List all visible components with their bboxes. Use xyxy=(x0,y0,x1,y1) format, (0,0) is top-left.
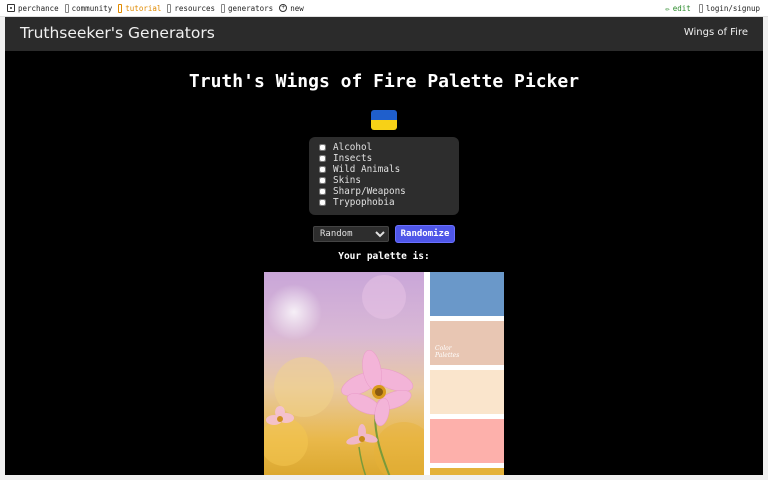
dice-icon xyxy=(7,4,15,12)
tutorial-label: tutorial xyxy=(125,3,162,13)
flower-photo xyxy=(264,272,424,475)
page-title: Truth's Wings of Fire Palette Picker xyxy=(188,71,580,92)
swatch-pink xyxy=(430,419,504,463)
filter-alcohol-label: Alcohol xyxy=(333,142,373,153)
new-label: new xyxy=(290,3,304,13)
nav-link-wings-of-fire[interactable]: Wings of Fire xyxy=(684,27,748,38)
site-navbar: Truthseeker's Generators Wings of Fire xyxy=(5,17,763,51)
tutorial-link[interactable]: tutorial xyxy=(118,3,162,13)
content-filter-box: Alcohol Insects Wild Animals Skins Sharp… xyxy=(309,137,459,215)
resources-icon xyxy=(167,3,172,13)
filter-trypophobia-label: Trypophobia xyxy=(333,197,395,208)
palette-image: Color Palettes xyxy=(264,272,504,475)
palette-swatches: Color Palettes xyxy=(430,272,504,475)
filter-wild-animals[interactable]: Wild Animals xyxy=(319,164,400,175)
swatch-blue xyxy=(430,272,504,316)
filter-insects-checkbox[interactable] xyxy=(319,155,326,162)
filter-sharp-weapons-checkbox[interactable] xyxy=(319,188,326,195)
swatch-gold xyxy=(430,468,504,475)
community-icon xyxy=(64,3,69,13)
generator-frame: Truthseeker's Generators Wings of Fire T… xyxy=(5,17,763,475)
filter-wild-animals-label: Wild Animals xyxy=(333,164,401,175)
filter-skins-label: Skins xyxy=(333,175,361,186)
filter-sharp-weapons-label: Sharp/Weapons xyxy=(333,186,406,197)
community-link[interactable]: community xyxy=(64,3,113,13)
swatch-cream xyxy=(430,370,504,414)
user-icon xyxy=(698,3,703,13)
palette-result-label: Your palette is: xyxy=(338,251,430,262)
generators-icon xyxy=(221,3,226,13)
resources-label: resources xyxy=(174,3,216,13)
filter-wild-animals-checkbox[interactable] xyxy=(319,166,326,173)
palette-watermark: Color Palettes xyxy=(435,345,460,359)
resources-link[interactable]: resources xyxy=(167,3,216,13)
filter-insects[interactable]: Insects xyxy=(319,153,372,164)
filter-insects-label: Insects xyxy=(333,153,373,164)
nav-brand[interactable]: Truthseeker's Generators xyxy=(20,24,215,42)
swatch-peach: Color Palettes xyxy=(430,321,504,365)
generators-label: generators xyxy=(228,3,274,13)
filter-trypophobia-checkbox[interactable] xyxy=(319,199,326,206)
login-link[interactable]: login/signup xyxy=(698,3,760,13)
edit-label: edit xyxy=(672,3,691,13)
plus-circle-icon: + xyxy=(279,4,288,12)
palette-mode-select[interactable]: Random xyxy=(313,226,389,242)
perchance-topbar: perchance community tutorial resources g… xyxy=(0,0,768,17)
filter-skins[interactable]: Skins xyxy=(319,175,361,186)
new-generator-link[interactable]: + new xyxy=(279,4,304,13)
edit-link[interactable]: ✏ edit xyxy=(665,4,691,13)
filter-alcohol[interactable]: Alcohol xyxy=(319,142,372,153)
ukraine-flag-icon xyxy=(371,110,397,130)
login-label: login/signup xyxy=(705,3,760,13)
filter-trypophobia[interactable]: Trypophobia xyxy=(319,197,395,208)
community-label: community xyxy=(71,3,113,13)
flag-blue-stripe xyxy=(371,110,397,120)
randomize-button[interactable]: Randomize xyxy=(395,225,455,243)
pencil-icon: ✏ xyxy=(665,3,670,13)
flag-yellow-stripe xyxy=(371,120,397,130)
filter-alcohol-checkbox[interactable] xyxy=(319,144,326,151)
cosmos-flower-illustration xyxy=(264,275,424,475)
filter-skins-checkbox[interactable] xyxy=(319,177,326,184)
tutorial-icon xyxy=(118,3,123,13)
perchance-label: perchance xyxy=(18,3,59,13)
generators-link[interactable]: generators xyxy=(221,3,274,13)
filter-sharp-weapons[interactable]: Sharp/Weapons xyxy=(319,186,406,197)
perchance-home-link[interactable]: perchance xyxy=(7,4,59,13)
